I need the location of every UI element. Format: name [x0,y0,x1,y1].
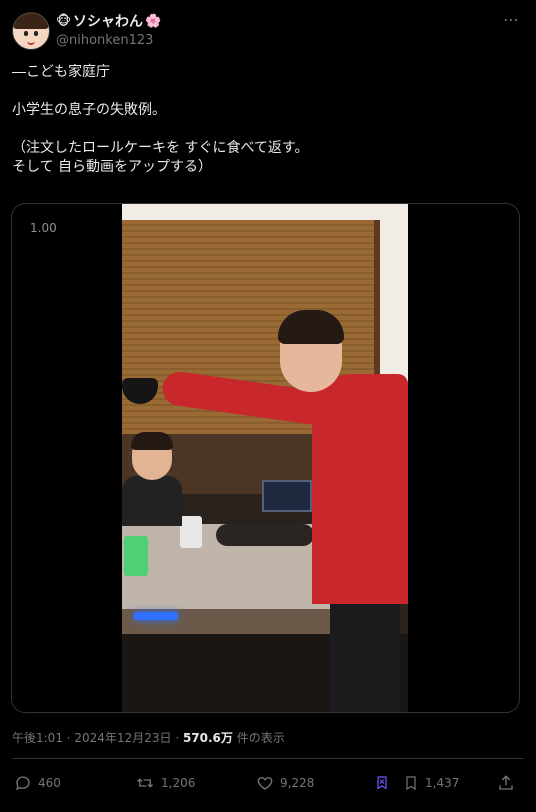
bookmark-button[interactable]: 1,437 [403,774,459,792]
post-date[interactable]: 2024年12月23日 [74,731,171,745]
reply-icon [15,776,30,791]
bookmark-icon [406,776,416,791]
share-icon [499,775,513,790]
share-button[interactable] [497,774,515,792]
view-count: 570.6万 [182,731,233,745]
display-name-row[interactable]: 🐵 ソシャわん 🌸 [56,11,161,31]
grok-icon [377,776,387,790]
tweet-text: ⎯⎯こども家庭庁 小学生の息子の失敗例。 （注文したロールケーキを すぐに食べて… [12,63,522,177]
bookmark-count: 1,437 [425,776,460,790]
tweet-line: 小学生の息子の失敗例。 [12,102,166,118]
heart-icon [257,777,273,790]
display-name[interactable]: ソシャわん [73,11,143,31]
grill-pan [216,524,314,546]
like-button[interactable]: 9,228 [256,774,314,792]
tablet-screen [262,480,312,512]
more-options-icon[interactable]: ⋯ [503,10,520,29]
melon-soda-glass [124,536,148,576]
retweet-button[interactable]: 1,206 [135,774,195,792]
playback-speed-label[interactable]: 1.00 [30,221,57,235]
seated-boy [122,432,184,526]
monkey-emoji-icon: 🐵 [56,13,72,29]
action-bar: 460 1,206 9,228 1,437 [0,770,536,800]
reply-count: 460 [38,776,61,790]
tweet-line: （注文したロールケーキを すぐに食べて返す。 [12,140,309,156]
video-player[interactable]: 1.00 [11,203,520,713]
video-frame[interactable] [122,204,408,712]
view-label: 件の表示 [232,731,285,745]
grok-button[interactable] [374,774,390,792]
retweet-icon [137,778,153,788]
divider [12,758,524,759]
avatar[interactable] [12,12,50,50]
tweet-header: 🐵 ソシャわん 🌸 @nihonken123 ⋯ [0,0,536,60]
tweet-meta: 午後1:01 · 2024年12月23日 · 570.6万 件の表示 [12,731,285,745]
like-count: 9,228 [280,776,315,790]
retweet-count: 1,206 [161,776,196,790]
post-time[interactable]: 午後1:01 [12,731,63,745]
user-handle[interactable]: @nihonken123 [56,33,153,48]
tweet-line: ⎯⎯こども家庭庁 [12,64,110,80]
reply-button[interactable]: 460 [14,774,61,792]
tweet-line: そして 自ら動画をアップする） [12,159,213,175]
flower-emoji-icon: 🌸 [145,13,162,29]
